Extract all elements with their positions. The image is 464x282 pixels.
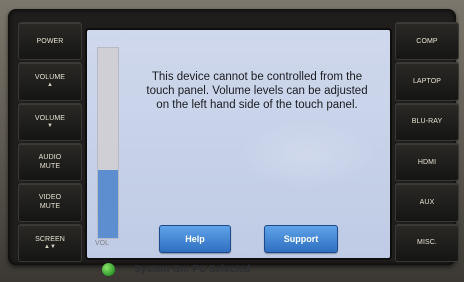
source-comp-label: COMP <box>416 37 438 45</box>
panel-housing: POWER VOLUME ▲ VOLUME ▼ AUDIO MUTE VIDEO… <box>0 0 464 282</box>
help-button[interactable]: Help <box>159 225 231 253</box>
support-button[interactable]: Support <box>264 225 338 253</box>
volume-down-button[interactable]: VOLUME ▼ <box>18 102 82 141</box>
source-comp-button[interactable]: COMP <box>395 22 459 61</box>
screen-button[interactable]: SCREEN ▲▼ <box>18 223 82 262</box>
screen-label: SCREEN <box>35 235 65 243</box>
power-button[interactable]: POWER <box>18 22 82 61</box>
down-arrow-icon: ▼ <box>46 122 54 129</box>
video-mute-button[interactable]: VIDEO MUTE <box>18 183 82 222</box>
volume-bar <box>97 47 119 239</box>
source-laptop-label: LAPTOP <box>412 77 442 85</box>
source-aux-label: AUX <box>419 198 435 206</box>
source-misc-label: MISC. <box>417 239 437 247</box>
system-status: System On: PC Selected <box>134 264 250 275</box>
screen-glare <box>237 120 377 190</box>
source-hdmi-label: HDMI <box>417 158 437 166</box>
system-status-value: PC Selected <box>192 264 251 275</box>
volume-up-label: VOLUME <box>34 74 66 82</box>
touch-screen: VOL This device cannot be controlled fro… <box>87 30 390 276</box>
left-hardware-buttons: POWER VOLUME ▲ VOLUME ▼ AUDIO MUTE VIDEO… <box>18 22 82 262</box>
source-bluray-button[interactable]: BLU-RAY <box>395 102 459 141</box>
up-arrow-icon: ▲ <box>46 82 54 89</box>
volume-up-button[interactable]: VOLUME ▲ <box>18 62 82 101</box>
volume-down-label: VOLUME <box>34 114 66 122</box>
audio-mute-button[interactable]: AUDIO MUTE <box>18 142 82 182</box>
source-laptop-button[interactable]: LAPTOP <box>395 62 459 101</box>
audio-mute-label: AUDIO MUTE <box>38 154 62 171</box>
source-hdmi-button[interactable]: HDMI <box>395 142 459 182</box>
source-misc-button[interactable]: MISC. <box>395 223 459 262</box>
right-hardware-buttons: COMP LAPTOP BLU-RAY HDMI AUX MISC. <box>395 22 459 262</box>
system-status-label: System On: <box>134 264 190 275</box>
source-aux-button[interactable]: AUX <box>395 183 459 222</box>
help-button-label: Help <box>185 234 205 244</box>
video-mute-label: VIDEO MUTE <box>38 194 62 211</box>
volume-label: VOL <box>95 240 110 247</box>
support-button-label: Support <box>283 234 319 244</box>
source-bluray-label: BLU-RAY <box>411 118 443 126</box>
up-down-arrow-icon: ▲▼ <box>43 243 57 250</box>
power-button-label: POWER <box>36 37 64 45</box>
info-message: This device cannot be controlled from th… <box>146 71 368 111</box>
status-indicator-icon <box>102 263 115 276</box>
volume-level-fill <box>98 169 118 238</box>
